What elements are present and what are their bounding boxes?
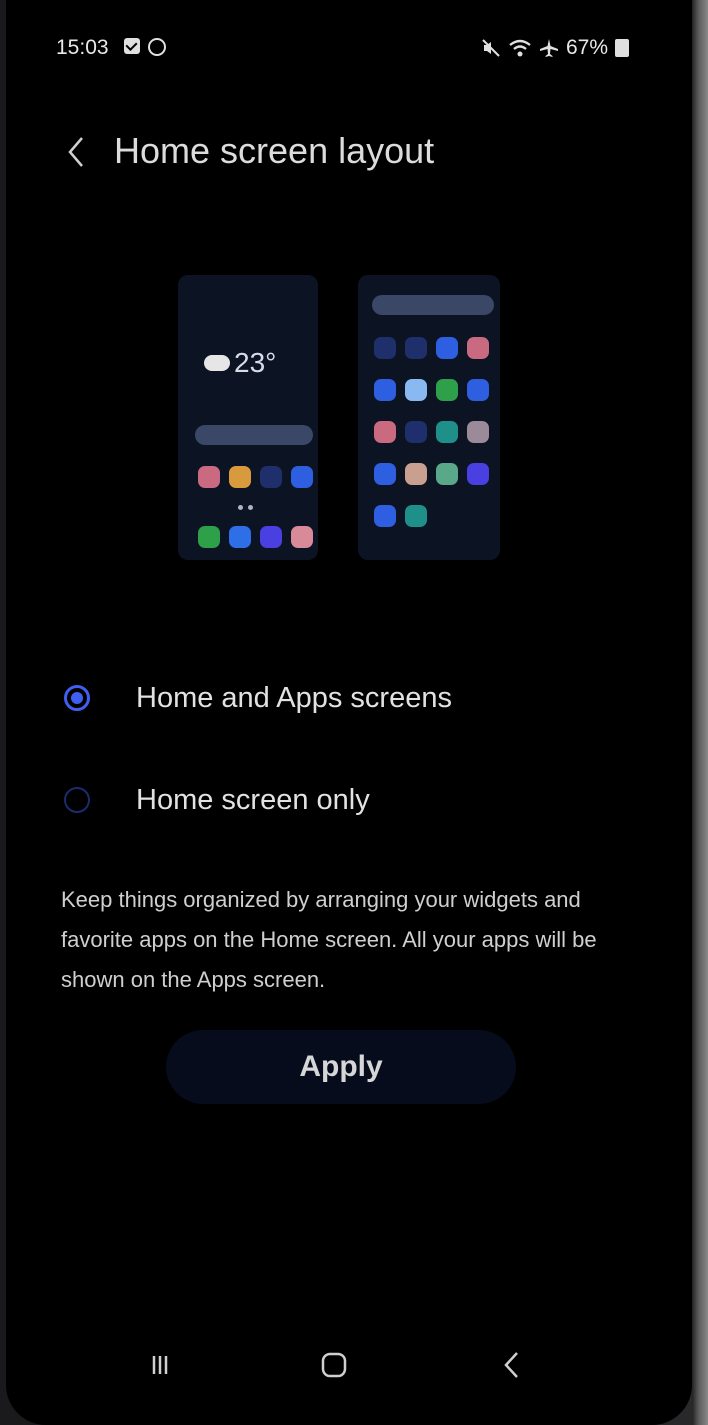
apps-layout-preview (358, 275, 500, 560)
app-icon-preview (467, 463, 489, 485)
back-icon (504, 1352, 518, 1378)
app-icon-preview (198, 466, 220, 488)
app-icon-preview (436, 421, 458, 443)
app-icon-preview (198, 526, 220, 548)
option-home-only[interactable]: Home screen only (54, 760, 414, 840)
weather-widget: 23° (204, 347, 276, 379)
status-time: 15:03 (56, 36, 109, 59)
layout-description: Keep things organized by arranging your … (61, 887, 597, 992)
option-label: Home screen only (136, 783, 370, 816)
status-left-icons (124, 38, 166, 56)
option-home-and-apps[interactable]: Home and Apps screens (54, 658, 494, 738)
app-icon-preview (436, 337, 458, 359)
status-right-icons: 67% (481, 36, 630, 60)
radio-home-and-apps[interactable] (64, 685, 90, 711)
weather-cloud-icon (204, 347, 230, 371)
battery-icon (615, 39, 630, 57)
app-icon-preview (260, 526, 282, 548)
app-icon-preview (374, 463, 396, 485)
app-icon-preview (229, 466, 251, 488)
checkbox-icon (124, 38, 140, 54)
option-label: Home and Apps screens (136, 681, 452, 714)
app-icon-preview (405, 505, 427, 527)
app-icon-preview (405, 421, 427, 443)
app-icon-preview (291, 466, 313, 488)
search-bar-preview (195, 425, 313, 445)
app-icon-preview (405, 337, 427, 359)
app-icon-preview (436, 379, 458, 401)
battery-percent: 67% (566, 36, 609, 59)
navigation-bar (6, 1330, 692, 1400)
app-icon-preview (291, 526, 313, 548)
home-icon (321, 1352, 347, 1378)
app-icon-preview (467, 421, 489, 443)
app-icon-preview (374, 421, 396, 443)
mute-icon (482, 39, 500, 57)
app-icon-preview (436, 463, 458, 485)
recents-button[interactable] (130, 1330, 190, 1400)
apps-search-bar-preview (372, 295, 494, 315)
page-indicator (238, 505, 253, 510)
app-icon-preview (374, 337, 396, 359)
app-icon-preview (405, 379, 427, 401)
app-icon-preview (374, 505, 396, 527)
home-layout-preview: 23° (178, 275, 318, 560)
app-icon-preview (374, 379, 396, 401)
airplane-icon (540, 39, 558, 57)
radio-home-only[interactable] (64, 787, 90, 813)
app-icon-preview (260, 466, 282, 488)
page-title: Home screen layout (114, 130, 435, 171)
nav-back-button[interactable] (482, 1330, 542, 1400)
wifi-icon (509, 39, 531, 57)
app-icon-preview (229, 526, 251, 548)
app-icon-preview (467, 379, 489, 401)
screen: 15:03 67% Home screen layout 23° Home an… (6, 0, 692, 1425)
header: Home screen layout (6, 110, 692, 200)
apps-app-grid (374, 337, 489, 527)
home-button[interactable] (304, 1330, 364, 1400)
weather-temp: 23° (234, 347, 277, 378)
home-app-grid (198, 466, 313, 548)
app-icon-preview (467, 337, 489, 359)
apply-button[interactable]: Apply (166, 1030, 516, 1104)
status-bar: 15:03 67% (6, 30, 692, 70)
chevron-left-icon (68, 137, 83, 167)
back-button[interactable] (58, 120, 94, 184)
app-icon-preview (405, 463, 427, 485)
recents-icon (152, 1356, 168, 1374)
clock-icon (148, 38, 166, 56)
device-edge (692, 0, 708, 1425)
